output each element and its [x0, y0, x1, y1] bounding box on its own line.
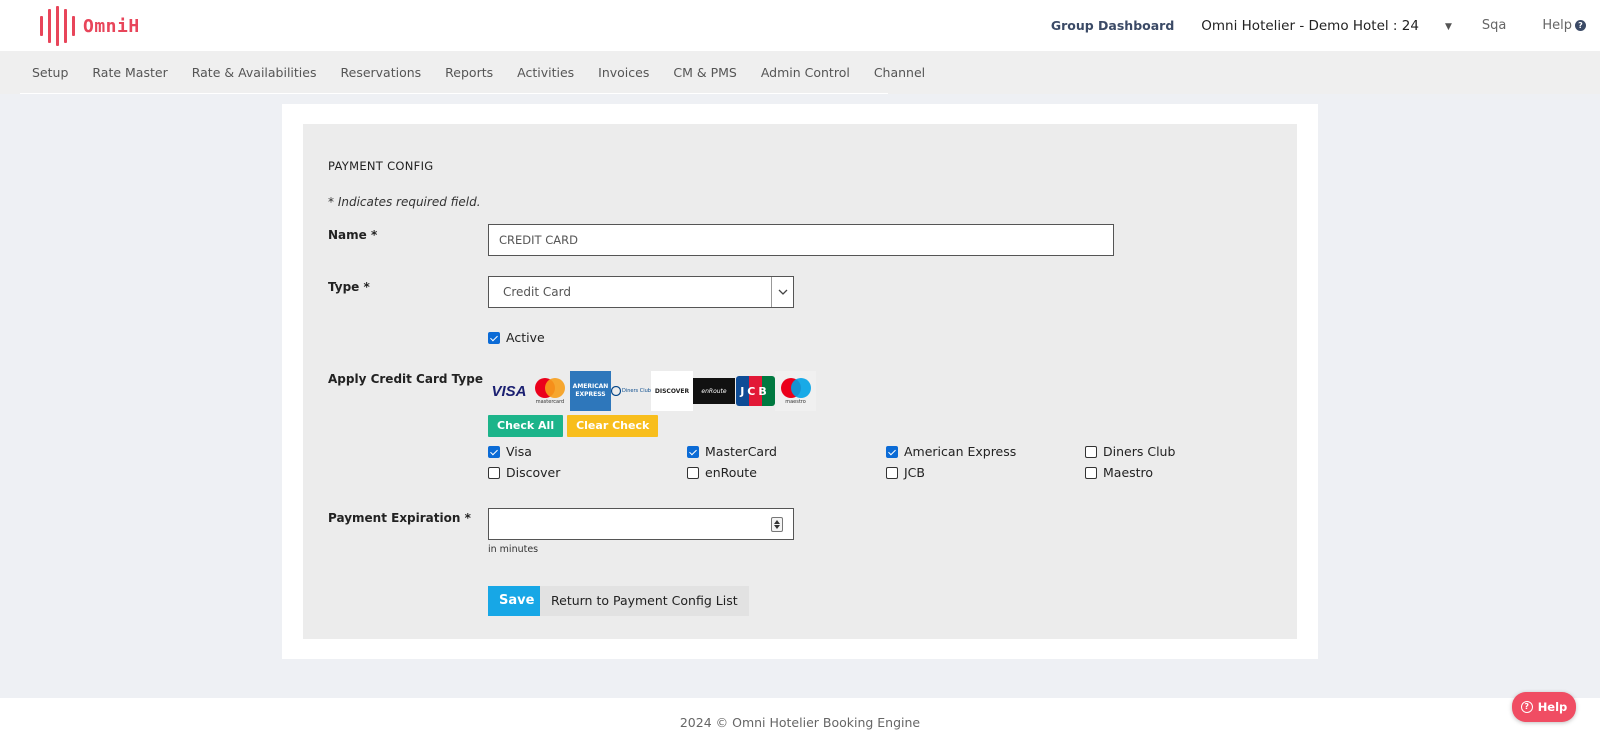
enroute-checkbox[interactable] — [687, 466, 699, 479]
card-option-label: MasterCard — [705, 444, 777, 459]
type-label: Type * — [328, 280, 370, 294]
diners-club-checkbox[interactable] — [1085, 445, 1097, 458]
type-select[interactable]: Credit Card — [488, 276, 794, 308]
card-option-label: Maestro — [1103, 465, 1154, 480]
discover-checkbox[interactable] — [488, 466, 500, 479]
group-dashboard-link[interactable]: Group Dashboard — [1051, 18, 1174, 33]
card-logos: VISA mastercard AMERICAN EXPRESS Diners … — [488, 371, 816, 411]
diners-club-logo-icon: Diners Club — [611, 371, 651, 411]
help-link[interactable]: Help ? — [1542, 18, 1586, 33]
american-express-checkbox[interactable] — [886, 445, 898, 458]
visa-checkbox[interactable] — [488, 445, 500, 458]
return-to-list-button[interactable]: Return to Payment Config List — [540, 586, 749, 616]
card-option-label: Discover — [506, 465, 561, 480]
card-option-label: Diners Club — [1103, 444, 1176, 459]
number-spinner-icon[interactable] — [771, 517, 783, 532]
nav-item-reservations[interactable]: Reservations — [329, 65, 434, 80]
maestro-logo-icon: maestro — [775, 371, 816, 411]
user-menu[interactable]: Sqa — [1482, 18, 1506, 33]
nav-item-setup[interactable]: Setup — [20, 65, 80, 80]
enroute-logo-icon: enRoute — [693, 378, 735, 404]
jcb-checkbox[interactable] — [886, 466, 898, 479]
active-checkbox[interactable] — [488, 331, 500, 344]
copyright-text: 2024 © Omni Hotelier Booking Engine — [679, 715, 921, 730]
help-link-label: Help — [1542, 18, 1572, 33]
hotel-selector[interactable]: Omni Hotelier - Demo Hotel : 24 ▼ — [1201, 18, 1452, 34]
content-card: PAYMENT CONFIG * Indicates required fiel… — [282, 104, 1318, 659]
card-option-label: JCB — [904, 465, 925, 480]
question-circle-icon: ? — [1575, 20, 1586, 31]
amex-logo-icon: AMERICAN EXPRESS — [570, 371, 611, 411]
mastercard-logo-icon: mastercard — [530, 371, 570, 411]
save-button[interactable]: Save — [488, 586, 546, 616]
card-option-discover[interactable]: Discover — [488, 465, 560, 480]
expiration-label: Payment Expiration * — [328, 511, 471, 525]
card-option-enroute[interactable]: enRoute — [687, 465, 757, 480]
card-option-label: American Express — [904, 444, 1017, 459]
jcb-logo-icon: JCB — [735, 376, 775, 406]
discover-logo-icon: DISCOVER — [651, 371, 693, 411]
type-select-value: Credit Card — [503, 285, 571, 299]
nav-item-invoices[interactable]: Invoices — [586, 65, 661, 80]
card-option-american-express[interactable]: American Express — [886, 444, 1016, 459]
maestro-checkbox[interactable] — [1085, 466, 1097, 479]
active-toggle[interactable]: Active — [488, 330, 545, 345]
card-option-label: Visa — [506, 444, 532, 459]
caret-down-icon: ▼ — [1444, 22, 1452, 32]
expiration-input[interactable] — [488, 508, 794, 540]
logo-text: OmniH — [83, 15, 140, 37]
card-option-label: enRoute — [705, 465, 757, 480]
floating-help-label: Help — [1537, 700, 1568, 714]
card-option-jcb[interactable]: JCB — [886, 465, 925, 480]
card-type-label: Apply Credit Card Type — [328, 372, 483, 386]
expiration-hint: in minutes — [488, 544, 539, 555]
top-header: OmniH Group Dashboard Omni Hotelier - De… — [0, 0, 1600, 51]
required-note: * Indicates required field. — [328, 195, 481, 209]
clear-check-button[interactable]: Clear Check — [567, 415, 659, 437]
card-option-maestro[interactable]: Maestro — [1085, 465, 1153, 480]
card-option-diners-club[interactable]: Diners Club — [1085, 444, 1175, 459]
active-label: Active — [506, 330, 545, 345]
nav-item-admin-control[interactable]: Admin Control — [749, 65, 862, 80]
payment-config-form: PAYMENT CONFIG * Indicates required fiel… — [303, 124, 1297, 639]
name-input[interactable]: CREDIT CARD — [488, 224, 1114, 256]
floating-help-button[interactable]: ? Help — [1512, 692, 1576, 722]
hotel-name: Omni Hotelier - Demo Hotel : 24 — [1201, 17, 1419, 34]
chevron-down-icon — [771, 277, 793, 307]
form-title: PAYMENT CONFIG — [328, 159, 434, 173]
mastercard-checkbox[interactable] — [687, 445, 699, 458]
nav-item-rate-master[interactable]: Rate Master — [80, 65, 179, 80]
card-option-visa[interactable]: Visa — [488, 444, 532, 459]
question-circle-icon: ? — [1520, 701, 1533, 713]
footer: 2024 © Omni Hotelier Booking Engine — [0, 698, 1600, 748]
name-label: Name * — [328, 228, 378, 242]
nav-item-cm-pms[interactable]: CM & PMS — [661, 65, 748, 80]
nav-item-channel[interactable]: Channel — [862, 65, 937, 80]
check-all-button[interactable]: Check All — [488, 415, 564, 437]
logo-mark-icon — [40, 6, 75, 46]
nav-item-activities[interactable]: Activities — [505, 65, 586, 80]
visa-logo-icon: VISA — [491, 382, 527, 400]
main-nav: Setup Rate Master Rate & Availabilities … — [0, 51, 1600, 94]
nav-item-rate-availabilities[interactable]: Rate & Availabilities — [180, 65, 329, 80]
omnih-logo[interactable]: OmniH — [40, 6, 140, 46]
nav-item-reports[interactable]: Reports — [433, 65, 505, 80]
card-option-mastercard[interactable]: MasterCard — [687, 444, 777, 459]
